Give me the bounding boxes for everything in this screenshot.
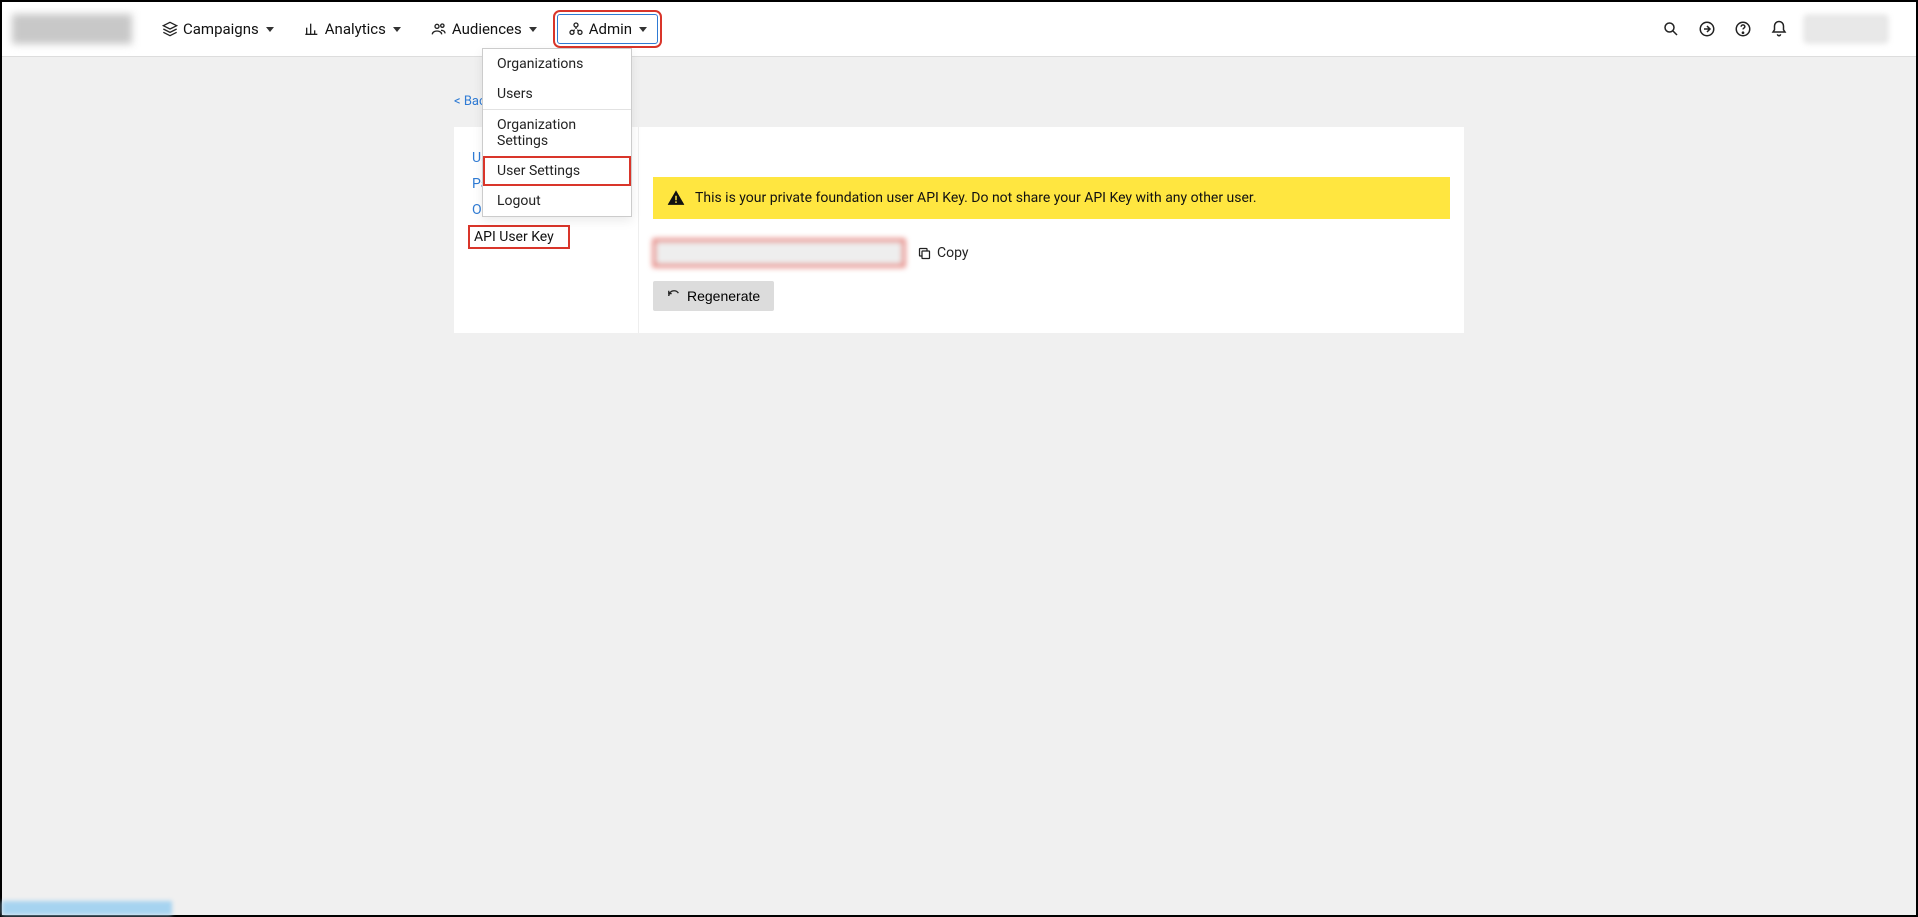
nav-admin-label: Admin [589, 20, 632, 38]
nav-audiences-label: Audiences [452, 20, 522, 38]
panel-title-area [653, 141, 1450, 169]
admin-menu-org-settings[interactable]: Organization Settings [483, 110, 631, 156]
bar-chart-icon [304, 21, 320, 37]
admin-menu-organizations[interactable]: Organizations [483, 49, 631, 79]
page-body: < Back to Users User Details Password Or… [2, 57, 1916, 333]
admin-menu-user-settings[interactable]: User Settings [483, 156, 631, 186]
nav-items: Campaigns Analytics Audiences [152, 14, 658, 44]
org-switcher[interactable] [1804, 15, 1888, 43]
help-icon[interactable] [1732, 18, 1754, 40]
nav-analytics-label: Analytics [325, 20, 386, 38]
api-key-row: Copy [653, 239, 1450, 267]
nav-audiences[interactable]: Audiences [421, 14, 547, 44]
warning-icon [667, 189, 685, 207]
warning-text: This is your private foundation user API… [695, 190, 1257, 206]
warning-banner: This is your private foundation user API… [653, 177, 1450, 219]
copy-label: Copy [937, 245, 969, 261]
refresh-icon [667, 289, 681, 303]
chevron-down-icon [393, 27, 401, 32]
chevron-down-icon [266, 27, 274, 32]
api-key-value [653, 239, 905, 267]
admin-menu-users[interactable]: Users [483, 79, 631, 109]
logo [12, 14, 132, 44]
nav-campaigns[interactable]: Campaigns [152, 14, 284, 44]
regenerate-button[interactable]: Regenerate [653, 281, 774, 311]
chevron-down-icon [639, 27, 647, 32]
export-icon[interactable] [1696, 18, 1718, 40]
nav-campaigns-label: Campaigns [183, 20, 259, 38]
bell-icon[interactable] [1768, 18, 1790, 40]
chevron-down-icon [529, 27, 537, 32]
tab-api-user-key[interactable]: API User Key [468, 225, 570, 249]
nav-analytics[interactable]: Analytics [294, 14, 411, 44]
panel-main: This is your private foundation user API… [639, 127, 1464, 333]
topbar-right [1660, 15, 1888, 43]
admin-menu-logout[interactable]: Logout [483, 186, 631, 216]
regenerate-label: Regenerate [687, 288, 760, 304]
copy-button[interactable]: Copy [917, 245, 969, 261]
layers-icon [162, 21, 178, 37]
users-icon [431, 21, 447, 37]
copy-icon [917, 246, 932, 261]
search-icon[interactable] [1660, 18, 1682, 40]
status-bar-url [2, 901, 172, 915]
nav-admin[interactable]: Admin [557, 14, 658, 44]
top-nav-bar: Campaigns Analytics Audiences [2, 2, 1916, 57]
admin-dropdown: Organizations Users Organization Setting… [482, 48, 632, 217]
admin-icon [568, 21, 584, 37]
